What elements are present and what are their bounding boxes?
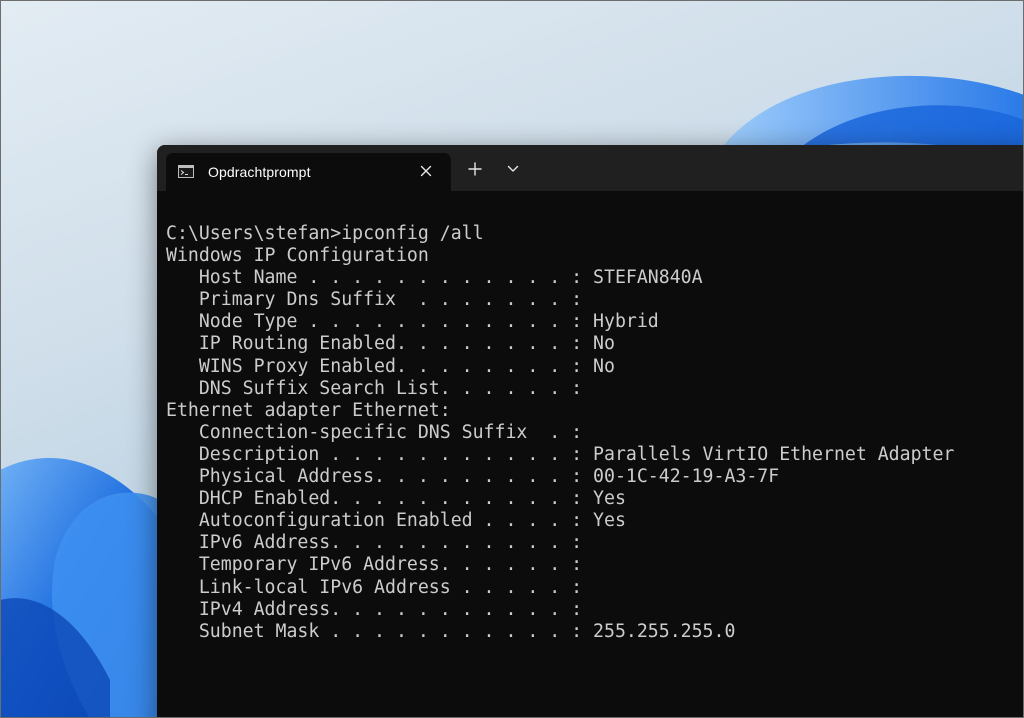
console-line: Link-local IPv6 Address . . . . . :: [166, 576, 583, 598]
console-line: Description . . . . . . . . . . . : Para…: [166, 443, 955, 465]
console-line: DHCP Enabled. . . . . . . . . . . : Yes: [166, 488, 626, 510]
console-line: IPv4 Address. . . . . . . . . . . :: [166, 598, 583, 620]
console-line: IPv6 Address. . . . . . . . . . . :: [166, 532, 583, 554]
console-line: Physical Address. . . . . . . . . : 00-1…: [166, 466, 780, 488]
console-output[interactable]: C:\Users\stefan>ipconfig /all Windows IP …: [166, 223, 954, 643]
console-line: Windows IP Configuration: [166, 245, 429, 267]
console-line: WINS Proxy Enabled. . . . . . . . : No: [166, 355, 615, 377]
tab-title: Opdrachtprompt: [208, 164, 311, 180]
console-line: Connection-specific DNS Suffix . :: [166, 421, 583, 443]
tab-opdrachtprompt[interactable]: Opdrachtprompt: [166, 153, 451, 191]
command-prompt-icon: [178, 165, 194, 178]
console-line: Ethernet adapter Ethernet:: [166, 399, 451, 421]
chevron-down-icon[interactable]: [507, 165, 519, 173]
console-line: Temporary IPv6 Address. . . . . . :: [166, 554, 583, 576]
console-line: Subnet Mask . . . . . . . . . . . : 255.…: [166, 620, 736, 642]
close-icon[interactable]: [418, 163, 434, 179]
title-bar[interactable]: Opdrachtprompt: [157, 145, 1024, 191]
console-line: IP Routing Enabled. . . . . . . . : No: [166, 333, 615, 355]
console-line: DNS Suffix Search List. . . . . . :: [166, 377, 583, 399]
console-line: Node Type . . . . . . . . . . . . : Hybr…: [166, 311, 659, 333]
console-line: Autoconfiguration Enabled . . . . : Yes: [166, 510, 626, 532]
console-line: Host Name . . . . . . . . . . . . : STEF…: [166, 267, 703, 289]
console-line: Primary Dns Suffix . . . . . . . :: [166, 289, 583, 311]
plus-icon[interactable]: [468, 162, 482, 176]
console-line: C:\Users\stefan>ipconfig /all: [166, 223, 484, 244]
terminal-window[interactable]: Opdrachtprompt C:\Users\stefan>ipconfig …: [157, 145, 1024, 718]
